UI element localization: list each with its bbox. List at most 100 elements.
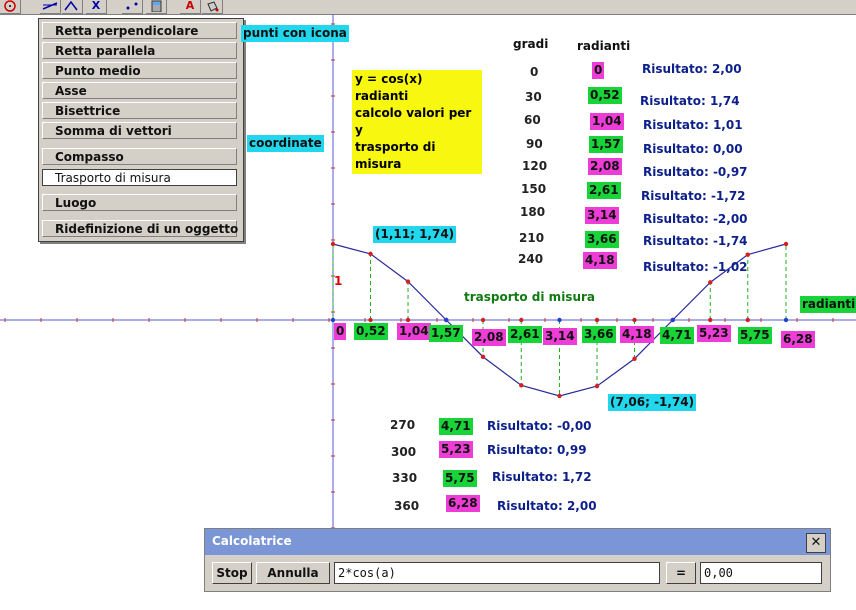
result-0: Risultato: 2,00 xyxy=(642,62,742,76)
axis-point xyxy=(745,317,750,323)
axis-point xyxy=(632,317,637,323)
text-icon[interactable]: A xyxy=(180,0,201,14)
axis-tick-label: 1,04 xyxy=(397,323,431,340)
axis-tick-label: 6,28 xyxy=(781,331,815,348)
axis-tick-label: 2,08 xyxy=(472,329,506,346)
curve-point xyxy=(632,356,637,361)
axis-point xyxy=(557,317,562,323)
line-tools-icon[interactable] xyxy=(40,0,61,14)
deg-270: 270 xyxy=(390,418,416,432)
rad-360: 6,28 xyxy=(446,495,480,512)
axis-tick-label: 0 xyxy=(334,323,347,340)
equals-button[interactable]: = xyxy=(666,562,696,584)
point-label-min: (7,06; -1,74) xyxy=(608,394,697,411)
note-box: y = cos(x) radianti calcolo valori per y… xyxy=(352,70,482,174)
result-field: 0,00 xyxy=(700,562,822,584)
rad-90: 1,57 xyxy=(589,136,623,153)
axis-label-radianti: radianti xyxy=(800,296,856,313)
axis-point xyxy=(480,317,486,323)
point-label-max: (1,11; 1,74) xyxy=(373,226,457,243)
note-line-3: trasporto di misura xyxy=(355,140,436,171)
deg-0: 0 xyxy=(530,65,539,79)
calculator-icon[interactable] xyxy=(146,0,167,14)
rad-60: 1,04 xyxy=(590,113,624,130)
label-trasporto: trasporto di misura xyxy=(464,290,596,304)
result-60: Risultato: 1,01 xyxy=(643,118,743,132)
calculator-title: Calcolatrice xyxy=(212,534,292,548)
calculator-window: Calcolatrice ✕ Stop Annulla 2*cos(a) = 0… xyxy=(204,528,831,592)
menu-item-trasporto-di-misura[interactable]: Trasporto di misura xyxy=(42,169,237,186)
menu-item-ridefinizione[interactable]: Ridefinizione di un oggetto xyxy=(42,220,238,237)
expression-input[interactable]: 2*cos(a) xyxy=(334,562,660,584)
axis-tick-label: 4,18 xyxy=(620,326,654,343)
result-150: Risultato: -1,72 xyxy=(641,189,746,203)
deg-240: 240 xyxy=(518,252,544,266)
menu-item-somma-di-vettori[interactable]: Somma di vettori xyxy=(42,122,237,139)
close-icon[interactable]: ✕ xyxy=(806,533,826,553)
rad-330: 5,75 xyxy=(443,470,477,487)
paint-bucket-icon[interactable] xyxy=(202,0,223,14)
axis-point xyxy=(783,317,789,323)
result-210: Risultato: -1,74 xyxy=(643,234,748,248)
axis-tick-label: 2,61 xyxy=(508,326,542,343)
result-30: Risultato: 1,74 xyxy=(640,94,740,108)
menu-item-retta-parallela[interactable]: Retta parallela xyxy=(42,42,237,59)
menu-item-punto-medio[interactable]: Punto medio xyxy=(42,62,237,79)
text-icon-letter: A xyxy=(185,0,195,12)
axis-tick-label: 3,66 xyxy=(582,326,616,343)
menu-item-compasso[interactable]: Compasso xyxy=(42,148,237,165)
toolbar: X A xyxy=(0,0,856,15)
axis-point xyxy=(330,317,336,323)
deg-90: 90 xyxy=(526,137,543,151)
annulla-button[interactable]: Annulla xyxy=(256,562,330,584)
calculator-title-bar[interactable]: Calcolatrice ✕ xyxy=(205,529,830,555)
curve-point xyxy=(368,251,373,257)
rad-180: 3,14 xyxy=(585,207,619,224)
axis-tools-icon[interactable]: X xyxy=(86,0,107,14)
result-300: Risultato: 0,99 xyxy=(487,443,587,457)
label-coordinate: coordinate xyxy=(247,135,324,152)
axis-point xyxy=(708,317,713,323)
menu-item-asse[interactable]: Asse xyxy=(42,82,237,99)
rad-30: 0,52 xyxy=(588,87,622,104)
axis-point xyxy=(519,317,524,323)
rad-120: 2,08 xyxy=(588,158,622,175)
header-radianti: radianti xyxy=(577,39,631,53)
note-line-1: y = cos(x) radianti xyxy=(355,72,423,103)
curve-point xyxy=(557,393,562,399)
note-line-2: calcolo valori per y xyxy=(355,106,472,137)
deg-180: 180 xyxy=(520,205,546,219)
rad-210: 3,66 xyxy=(585,231,619,248)
axis-point xyxy=(670,317,675,323)
menu-item-bisettrice[interactable]: Bisettrice xyxy=(42,102,237,119)
deg-150: 150 xyxy=(521,182,547,196)
header-gradi: gradi xyxy=(513,37,549,51)
axis-tick-label: 4,71 xyxy=(660,327,694,344)
menu-item-retta-perpendicolare[interactable]: Retta perpendicolare xyxy=(42,22,237,39)
menu-item-luogo[interactable]: Luogo xyxy=(42,194,237,211)
result-270: Risultato: -0,00 xyxy=(487,419,592,433)
axis-x-label: X xyxy=(91,0,101,12)
curve-point xyxy=(480,354,486,360)
rad-270: 4,71 xyxy=(439,418,473,435)
result-240: Risultato: -1,02 xyxy=(643,260,748,274)
label-punti-con-icona: punti con icona xyxy=(241,25,349,42)
curve-point xyxy=(708,280,713,285)
result-330: Risultato: 1,72 xyxy=(492,470,592,484)
result-90: Risultato: 0,00 xyxy=(643,142,743,156)
stop-button[interactable]: Stop xyxy=(212,562,252,584)
points-icon[interactable] xyxy=(122,0,143,14)
axis-point xyxy=(368,317,373,323)
deg-60: 60 xyxy=(524,113,541,127)
deg-330: 330 xyxy=(392,471,418,485)
circle-icon[interactable] xyxy=(0,0,21,14)
deg-30: 30 xyxy=(525,90,542,104)
deg-120: 120 xyxy=(522,159,548,173)
rad-300: 5,23 xyxy=(439,441,473,458)
curve-tools-icon[interactable] xyxy=(62,0,83,14)
axis-point xyxy=(405,317,411,323)
deg-360: 360 xyxy=(394,499,420,513)
curve-point xyxy=(405,279,411,284)
curve-point xyxy=(594,383,600,389)
axis-tick-label: 1,57 xyxy=(429,325,463,342)
